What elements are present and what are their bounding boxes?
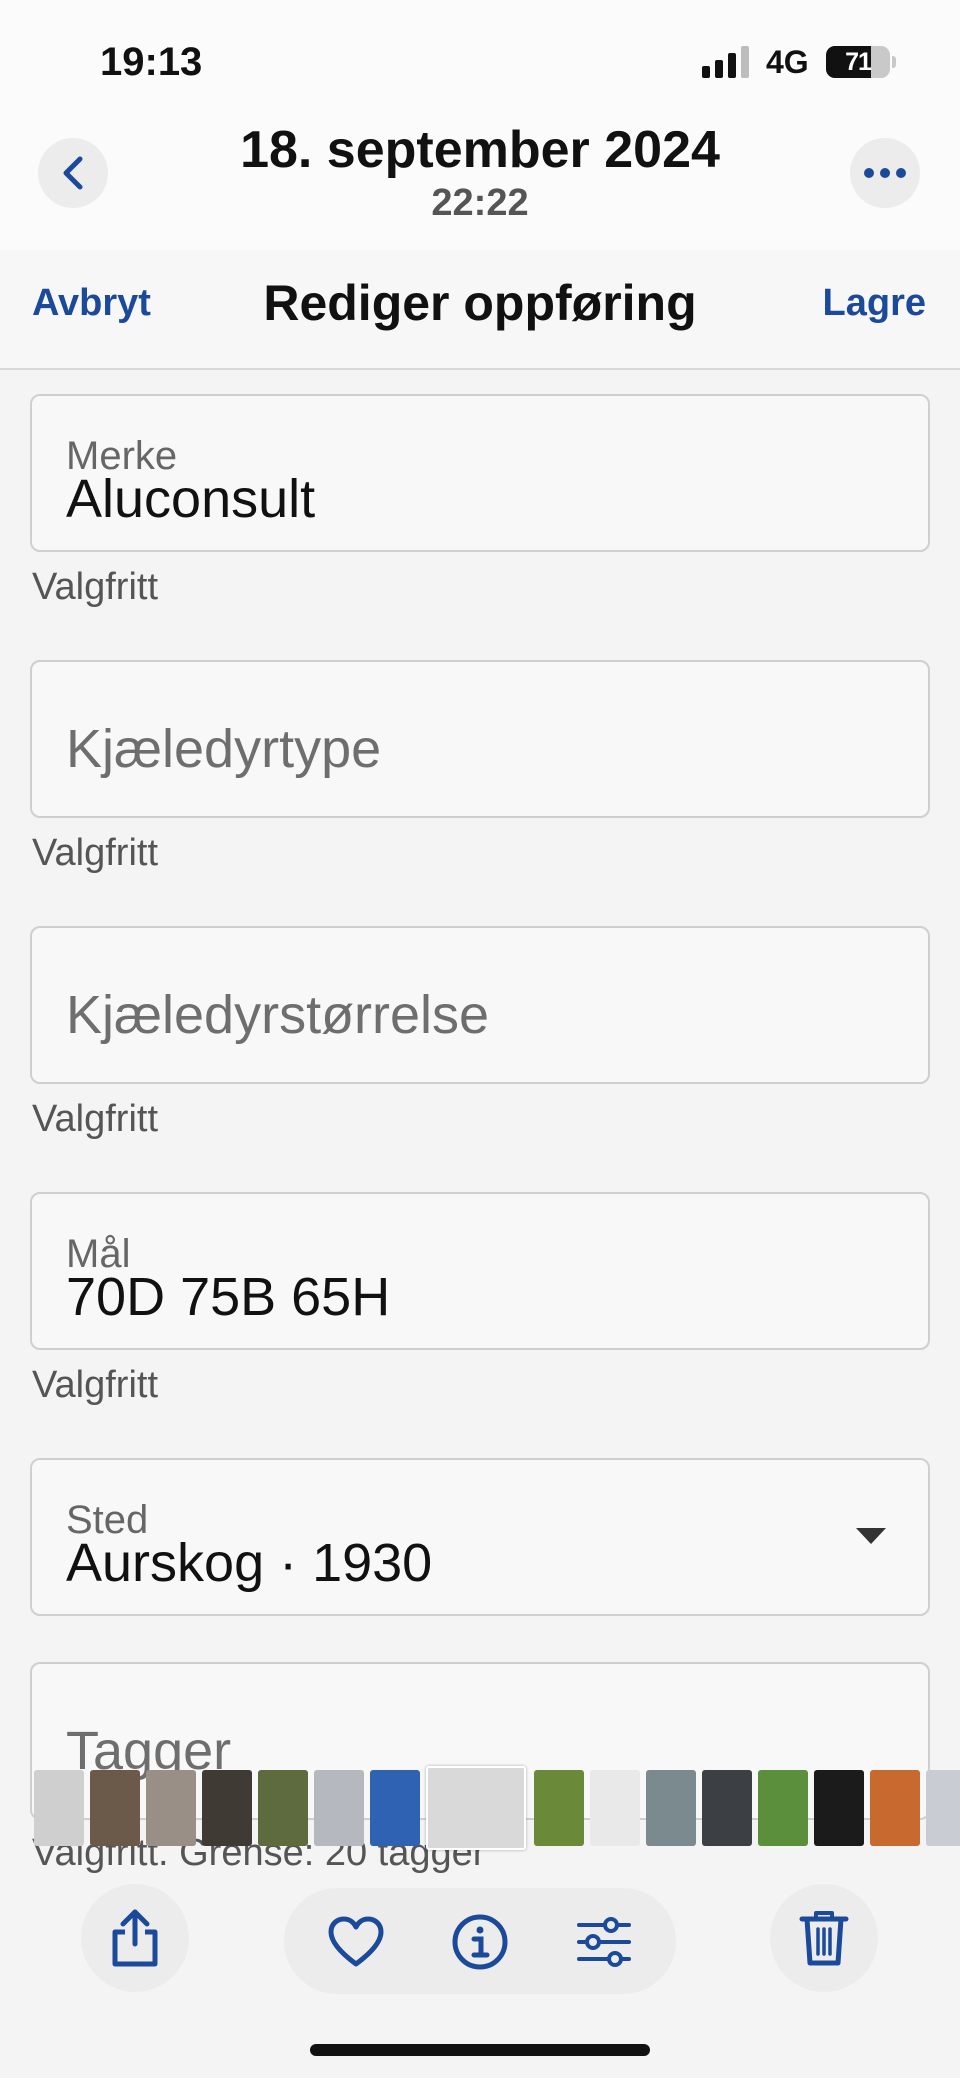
size-field[interactable]: Mål 70D 75B 65H — [30, 1192, 930, 1350]
thumbnail[interactable] — [702, 1770, 752, 1846]
size-helper: Valgfritt — [32, 1364, 159, 1406]
delete-button[interactable] — [770, 1884, 878, 1992]
thumbnail-strip[interactable] — [0, 1766, 960, 1850]
trash-icon — [799, 1911, 849, 1966]
info-icon — [452, 1914, 508, 1970]
edit-bar: Avbryt Rediger oppføring Lagre — [0, 250, 960, 370]
more-button[interactable] — [850, 138, 920, 208]
thumbnail-selected[interactable] — [426, 1766, 526, 1850]
thumbnail[interactable] — [534, 1770, 584, 1846]
thumbnail[interactable] — [590, 1770, 640, 1846]
adjust-button[interactable] — [574, 1912, 634, 1972]
pet-size-field[interactable]: Kjæledyrstørrelse — [30, 926, 930, 1084]
action-pill — [284, 1888, 676, 1994]
thumbnail[interactable] — [646, 1770, 696, 1846]
pet-type-helper: Valgfritt — [32, 832, 159, 874]
network-type: 4G — [766, 44, 809, 80]
sliders-icon — [577, 1917, 631, 1967]
header-date: 18. september 2024 — [240, 121, 720, 179]
size-value: 70D 75B 65H — [66, 1267, 391, 1327]
share-button[interactable] — [81, 1884, 189, 1992]
thumbnail[interactable] — [926, 1770, 960, 1846]
photo-header: 18. september 2024 22:22 — [0, 120, 960, 250]
share-icon — [112, 1909, 158, 1967]
brand-value: Aluconsult — [66, 469, 316, 529]
brand-helper: Valgfritt — [32, 566, 159, 608]
thumbnail[interactable] — [814, 1770, 864, 1846]
thumbnail[interactable] — [90, 1770, 140, 1846]
cellular-signal-icon — [702, 46, 749, 78]
brand-field[interactable]: Merke Aluconsult — [30, 394, 930, 552]
dropdown-arrow-icon[interactable] — [856, 1528, 886, 1544]
save-button[interactable]: Lagre — [823, 282, 926, 325]
pet-size-placeholder: Kjæledyrstørrelse — [66, 985, 490, 1045]
heart-icon — [328, 1916, 384, 1967]
battery-icon: 71 — [826, 46, 890, 78]
location-field[interactable]: Sted Aurskog · 1930 — [30, 1458, 930, 1616]
thumbnail[interactable] — [146, 1770, 196, 1846]
info-button[interactable] — [450, 1912, 510, 1972]
header-time: 22:22 — [431, 182, 529, 224]
home-indicator[interactable] — [310, 2044, 650, 2056]
status-time: 19:13 — [100, 40, 203, 84]
thumbnail[interactable] — [370, 1770, 420, 1846]
thumbnail[interactable] — [258, 1770, 308, 1846]
location-value: Aurskog · 1930 — [66, 1533, 433, 1593]
pet-size-helper: Valgfritt — [32, 1098, 159, 1140]
pet-type-field[interactable]: Kjæledyrtype — [30, 660, 930, 818]
edit-title: Rediger oppføring — [263, 275, 697, 331]
thumbnail[interactable] — [870, 1770, 920, 1846]
battery-percent: 71 — [845, 48, 872, 76]
pet-type-placeholder: Kjæledyrtype — [66, 719, 382, 779]
thumbnail[interactable] — [202, 1770, 252, 1846]
status-bar: 19:13 4G 71 — [0, 0, 960, 120]
thumbnail[interactable] — [758, 1770, 808, 1846]
more-icon — [864, 168, 906, 178]
battery-tip — [892, 56, 896, 68]
thumbnail[interactable] — [314, 1770, 364, 1846]
favorite-button[interactable] — [326, 1912, 386, 1972]
thumbnail[interactable] — [34, 1770, 84, 1846]
